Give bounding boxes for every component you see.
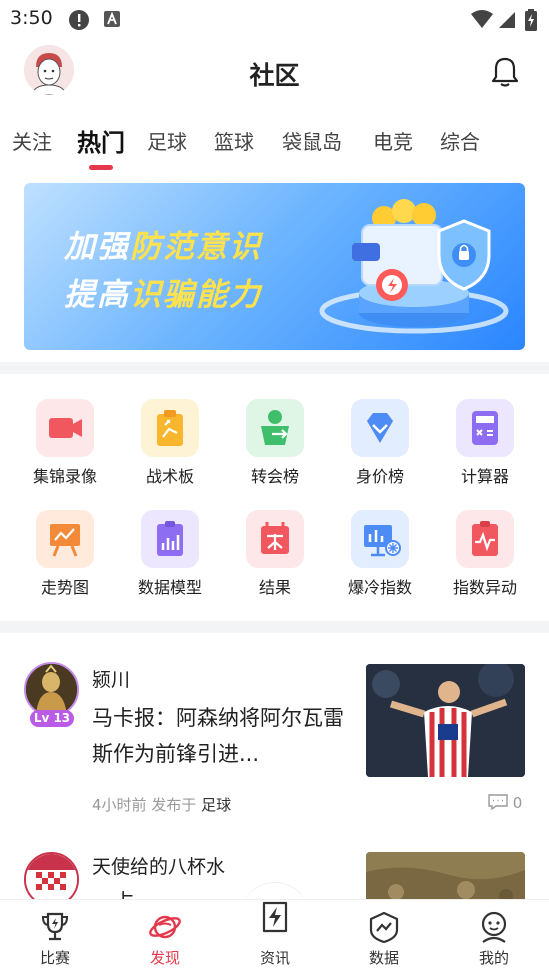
index-change-icon [456, 510, 514, 568]
video-camera-icon [36, 399, 94, 457]
banner-line-2-white: 提高 [64, 277, 130, 313]
post-category[interactable]: 足球 [201, 796, 231, 814]
nav-label: 数据 [368, 949, 399, 967]
post-author[interactable]: 颍川 [92, 665, 130, 692]
crowd-photo-icon [366, 852, 525, 899]
tab-football[interactable]: 足球 [147, 126, 187, 155]
avatar-photo-icon [26, 664, 77, 715]
status-time: 3:50 [10, 7, 53, 29]
nav-label: 资讯 [259, 949, 290, 967]
tool-transfers[interactable]: 转会榜 [220, 399, 330, 499]
battery-icon [525, 9, 537, 31]
trophy-icon [41, 912, 69, 941]
wallet-shield-illustration-icon [319, 199, 509, 334]
alert-icon [69, 10, 89, 30]
data-shield-icon [369, 911, 399, 944]
transfer-person-icon [246, 399, 304, 457]
tool-label: 走势图 [40, 578, 89, 597]
nav-label: 我的 [478, 949, 509, 967]
tool-upset-index[interactable]: 爆冷指数 [325, 510, 435, 610]
active-tab-indicator [89, 165, 113, 170]
page-title: 社区 [249, 61, 300, 90]
upset-index-icon [351, 510, 409, 568]
bottom-navigation: 比赛 发现 资讯 数据 我的 [0, 899, 549, 977]
post-thumbnail[interactable] [366, 664, 525, 777]
post-thumbnail[interactable] [366, 852, 525, 899]
post-title[interactable]: …占 [92, 884, 347, 899]
level-badge: Lv 13 [30, 710, 74, 727]
croatia-crest-icon [26, 854, 77, 899]
comment-count[interactable]: 0 [488, 794, 522, 812]
tool-label: 指数异动 [452, 578, 517, 597]
tool-label: 转会榜 [250, 467, 299, 486]
tool-calculator[interactable]: 计算器 [430, 399, 540, 499]
profile-icon [481, 911, 507, 943]
feed-post[interactable]: Lv 13 颍川 马卡报：阿森纳将阿尔瓦雷斯作为前锋引进... 4小时前 发布于… [0, 650, 549, 830]
banner-line-1-white: 加强 [64, 229, 130, 265]
nav-discover[interactable]: 发现 [110, 900, 220, 977]
section-divider [0, 362, 549, 374]
nav-news[interactable]: 资讯 [220, 900, 330, 977]
bell-icon[interactable] [490, 56, 520, 88]
tab-follow[interactable]: 关注 [12, 126, 52, 155]
tool-market-value[interactable]: 身价榜 [325, 399, 435, 499]
banner-line-2: 提高识骗能力 [64, 269, 262, 314]
cell-signal-icon [499, 12, 515, 28]
wifi-icon [471, 10, 493, 28]
app-header: 社区 [0, 38, 549, 106]
nav-label: 比赛 [39, 949, 70, 967]
nav-label: 发现 [149, 949, 180, 967]
anti-fraud-banner[interactable]: 加强防范意识 提高识骗能力 [24, 183, 525, 350]
trend-board-icon [36, 510, 94, 568]
category-tabs: 关注 热门 足球 篮球 袋鼠岛 电竞 综合 [0, 118, 549, 174]
football-player-photo-icon [366, 664, 525, 777]
calculator-icon [456, 399, 514, 457]
author-avatar[interactable] [24, 662, 79, 717]
tool-index-change[interactable]: 指数异动 [430, 510, 540, 610]
tool-results[interactable]: 结果 [220, 510, 330, 610]
tool-label: 计算器 [460, 467, 509, 486]
status-bar: 3:50 [0, 0, 549, 38]
nav-profile[interactable]: 我的 [439, 900, 549, 977]
tool-label: 战术板 [145, 467, 194, 486]
author-avatar[interactable] [24, 852, 79, 899]
news-bolt-icon [262, 901, 288, 933]
nav-data[interactable]: 数据 [329, 900, 439, 977]
tab-general[interactable]: 综合 [440, 126, 480, 155]
post-time: 4小时前 [92, 796, 147, 814]
diamond-value-icon [351, 399, 409, 457]
result-calendar-icon [246, 510, 304, 568]
tab-hot[interactable]: 热门 [77, 123, 125, 158]
tool-label: 数据模型 [137, 578, 202, 597]
post-author[interactable]: 天使给的八杯水 [92, 852, 225, 879]
tool-trend-chart[interactable]: 走势图 [10, 510, 120, 610]
tool-label: 结果 [258, 578, 291, 597]
post-published-in: 发布于 [151, 796, 197, 814]
tool-tactics-board[interactable]: 战术板 [115, 399, 225, 499]
app-notification-icon [104, 11, 120, 27]
tab-esports[interactable]: 电竞 [373, 126, 413, 155]
post-meta: 4小时前 发布于 足球 [92, 794, 231, 815]
banner-line-1-yellow: 防范意识 [130, 229, 262, 265]
comment-count-value: 0 [512, 794, 523, 812]
tactics-clipboard-icon [141, 399, 199, 457]
tab-kangaroo-island[interactable]: 袋鼠岛 [282, 126, 342, 155]
tool-label: 身价榜 [355, 467, 404, 486]
tool-label: 爆冷指数 [347, 578, 412, 597]
banner-line-2-yellow: 识骗能力 [130, 277, 262, 313]
tab-basketball[interactable]: 篮球 [214, 126, 254, 155]
tool-data-model[interactable]: 数据模型 [115, 510, 225, 610]
tool-highlights[interactable]: 集锦录像 [10, 399, 120, 499]
planet-icon [149, 915, 181, 939]
section-divider [0, 621, 549, 633]
post-title[interactable]: 马卡报：阿森纳将阿尔瓦雷斯作为前锋引进... [92, 700, 347, 772]
nav-matches[interactable]: 比赛 [0, 900, 110, 977]
banner-line-1: 加强防范意识 [64, 221, 262, 266]
data-model-icon [141, 510, 199, 568]
comment-icon [488, 794, 508, 811]
tool-label: 集锦录像 [32, 467, 97, 486]
community-page: 3:50 社区 关注 热门 足球 篮球 袋鼠岛 电竞 综合 加强防范意识 提高识… [0, 0, 549, 977]
